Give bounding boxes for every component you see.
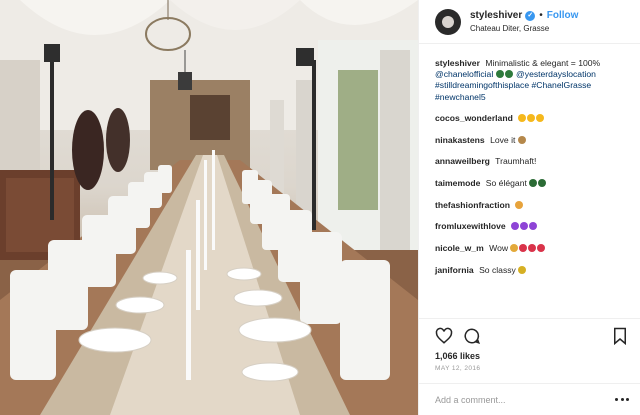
emoji-icon <box>527 113 536 122</box>
hashtag-link[interactable]: #stilldreamingofthisplace <box>435 80 529 90</box>
comment-item: fromluxewithlove <box>435 221 628 232</box>
comment-icon[interactable] <box>463 327 481 345</box>
comment-item: thefashionfraction <box>435 200 628 211</box>
emoji-icon <box>538 178 547 187</box>
comment-item: cocos_wonderland <box>435 113 628 124</box>
hashtag-link[interactable]: @yesterdayslocation <box>516 69 596 79</box>
emoji-icon <box>510 244 519 253</box>
follow-button[interactable]: Follow <box>547 10 579 22</box>
emoji-icon <box>519 244 528 253</box>
more-dot <box>626 397 629 401</box>
banquet-hall-illustration <box>0 0 418 415</box>
comment-username[interactable]: ninakastens <box>435 135 485 145</box>
header-row: styleshiver ✓ • Follow <box>470 10 578 22</box>
emoji-icon <box>495 70 504 79</box>
more-options-icon[interactable] <box>615 397 629 402</box>
username-link[interactable]: styleshiver <box>470 10 522 22</box>
comment-item: nicole_w_m Wow <box>435 243 628 254</box>
avatar[interactable] <box>435 8 461 35</box>
verified-badge-icon: ✓ <box>525 10 536 21</box>
comment-text: Wow <box>489 243 509 254</box>
emoji-icon <box>504 70 513 79</box>
comment-username[interactable]: annaweilberg <box>435 156 490 166</box>
comment-text: Love it <box>490 134 516 145</box>
emoji-icon <box>517 135 526 144</box>
location-link[interactable]: Chateau Diter, Grasse <box>470 24 578 34</box>
caption-text: Minimalistic & elegant = 100% <box>485 58 601 68</box>
heart-icon[interactable] <box>435 327 453 345</box>
hashtag-link[interactable]: #newchanel5 <box>435 92 486 102</box>
header-text: styleshiver ✓ • Follow Chateau Diter, Gr… <box>470 10 578 34</box>
bookmark-icon[interactable] <box>611 327 629 345</box>
emoji-icon <box>529 222 538 231</box>
post-caption: styleshiver Minimalistic & elegant = 100… <box>435 58 628 103</box>
hashtag-link[interactable]: #ChanelGrasse <box>532 80 592 90</box>
comment-username[interactable]: cocos_wonderland <box>435 113 513 123</box>
emoji-icon <box>529 178 538 187</box>
comment-username[interactable]: thefashionfraction <box>435 200 510 210</box>
emoji-icon <box>518 265 527 274</box>
comments-list: styleshiver Minimalistic & elegant = 100… <box>419 44 640 310</box>
post-sidebar: styleshiver ✓ • Follow Chateau Diter, Gr… <box>418 0 640 415</box>
emoji-icon <box>518 113 527 122</box>
emoji-icon <box>528 244 537 253</box>
mention-link[interactable]: @chanelofficial <box>435 69 493 79</box>
comment-input[interactable] <box>435 394 615 405</box>
more-dot <box>615 397 618 401</box>
comment-item: janifornia So classy <box>435 265 628 276</box>
comment-item: ninakastens Love it <box>435 135 628 146</box>
action-icons <box>435 325 629 347</box>
caption-username[interactable]: styleshiver <box>435 58 480 68</box>
post-photo[interactable] <box>0 0 418 415</box>
more-dot <box>620 397 624 401</box>
emoji-icon <box>515 200 524 209</box>
comment-username[interactable]: taimemode <box>435 178 480 188</box>
separator-dot: • <box>539 9 543 21</box>
post-actions: 1,066 likes MAY 12, 2016 <box>419 318 640 372</box>
likes-count[interactable]: 1,066 likes <box>435 351 629 361</box>
emoji-icon <box>536 113 545 122</box>
comment-text: So élégant <box>485 177 527 188</box>
add-comment-bar <box>419 383 640 415</box>
comment-item: annaweilberg Traumhaft! <box>435 156 628 167</box>
avatar-image <box>442 15 454 28</box>
comment-item: taimemode So élégant <box>435 178 628 189</box>
emoji-icon <box>511 222 520 231</box>
emoji-icon <box>537 244 546 253</box>
emoji-icon <box>520 222 529 231</box>
comment-text: Traumhaft! <box>495 156 537 167</box>
comment-username[interactable]: fromluxewithlove <box>435 221 506 231</box>
post-header: styleshiver ✓ • Follow Chateau Diter, Gr… <box>419 0 640 44</box>
comment-username[interactable]: nicole_w_m <box>435 243 484 253</box>
comment-username[interactable]: janifornia <box>435 265 474 275</box>
post-date: MAY 12, 2016 <box>435 365 481 372</box>
comment-text: So classy <box>479 264 516 275</box>
